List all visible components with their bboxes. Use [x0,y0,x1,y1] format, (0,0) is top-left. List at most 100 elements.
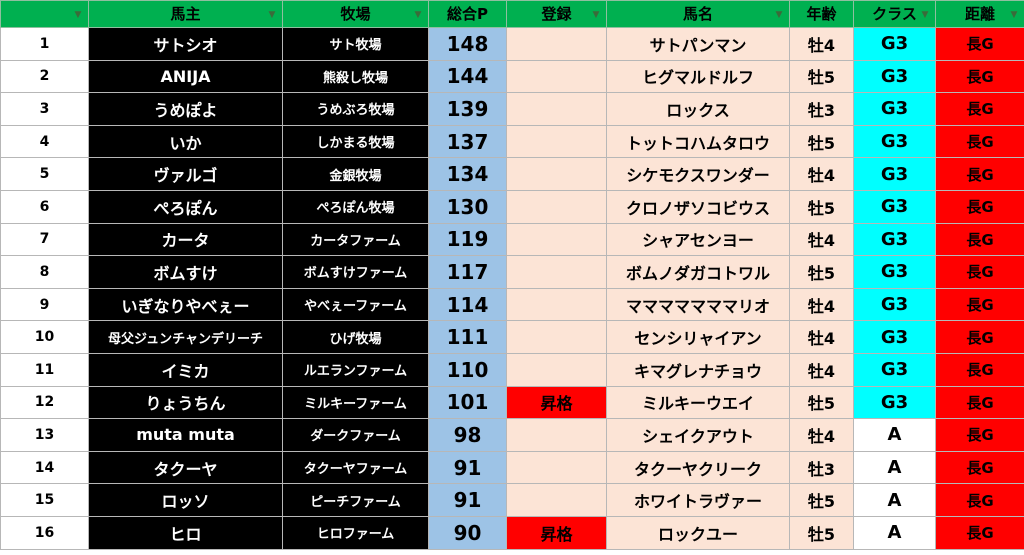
cell-number[interactable]: 9 [0,287,89,322]
cell-registration[interactable] [506,92,607,126]
table-row[interactable]: 1 サトシオ サト牧場 148 サトパンマン 牡4 G3 長G [0,27,1024,61]
cell-class[interactable]: G3 [853,124,936,159]
cell-age[interactable]: 牡3 [789,92,854,126]
cell-ranch[interactable]: うめぶろ牧場 [282,92,429,126]
cell-distance[interactable]: 長G [935,287,1024,322]
filter-dropdown-icon[interactable]: ▼ [772,9,786,22]
cell-registration[interactable] [506,320,607,354]
header-registration[interactable]: 登録 ▼ [506,0,607,28]
cell-number[interactable]: 5 [0,157,89,191]
cell-class[interactable]: G3 [853,59,936,94]
filter-active-icon[interactable]: ▼ [589,9,603,22]
cell-ranch[interactable]: ヒロファーム [282,515,429,550]
cell-class[interactable]: A [853,418,936,452]
cell-age[interactable]: 牡5 [789,515,854,550]
cell-points[interactable]: 91 [428,450,507,485]
cell-age[interactable]: 牡4 [789,157,854,191]
table-row[interactable]: 2 ANIJA 熊殺し牧場 144 ヒグマルドルフ 牡5 G3 長G [0,59,1024,94]
table-row[interactable]: 12 りょうちん ミルキーファーム 101 昇格 ミルキーウエイ 牡5 G3 長G [0,385,1024,420]
filter-dropdown-icon[interactable]: ▼ [411,9,425,22]
cell-registration[interactable] [506,27,607,61]
cell-registration[interactable] [506,352,607,387]
cell-age[interactable]: 牡4 [789,418,854,452]
cell-horse-name[interactable]: タクーヤクリーク [606,450,790,485]
cell-points[interactable]: 110 [428,352,507,387]
cell-registration[interactable] [506,222,607,257]
cell-horse-name[interactable]: ロックユー [606,515,790,550]
cell-distance[interactable]: 長G [935,27,1024,61]
cell-ranch[interactable]: 熊殺し牧場 [282,59,429,94]
table-row[interactable]: 4 いか しかまる牧場 137 トットコハムタロウ 牡5 G3 長G [0,124,1024,159]
cell-ranch[interactable]: ぺろぽん牧場 [282,189,429,224]
header-owner[interactable]: 馬主 ▼ [88,0,283,28]
cell-horse-name[interactable]: キマグレナチョウ [606,352,790,387]
table-row[interactable]: 5 ヴァルゴ 金銀牧場 134 シケモクスワンダー 牡4 G3 長G [0,157,1024,191]
cell-distance[interactable]: 長G [935,92,1024,126]
cell-horse-name[interactable]: ヒグマルドルフ [606,59,790,94]
cell-registration[interactable] [506,124,607,159]
cell-points[interactable]: 144 [428,59,507,94]
cell-owner[interactable]: りょうちん [88,385,283,420]
cell-points[interactable]: 114 [428,287,507,322]
table-row[interactable]: 11 イミカ ルエランファーム 110 キマグレナチョウ 牡4 G3 長G [0,352,1024,387]
header-class[interactable]: クラス ▼ [853,0,936,28]
cell-registration[interactable] [506,483,607,517]
filter-active-icon[interactable]: ▼ [918,9,932,22]
cell-age[interactable]: 牡5 [789,483,854,517]
cell-age[interactable]: 牡5 [789,385,854,420]
cell-ranch[interactable]: カータファーム [282,222,429,257]
cell-age[interactable]: 牡4 [789,27,854,61]
cell-distance[interactable]: 長G [935,418,1024,452]
cell-owner[interactable]: カータ [88,222,283,257]
cell-horse-name[interactable]: ボムノダガコトワル [606,255,790,289]
table-row[interactable]: 7 カータ カータファーム 119 シャアセンヨー 牡4 G3 長G [0,222,1024,257]
cell-age[interactable]: 牡5 [789,189,854,224]
cell-owner[interactable]: 母父ジュンチャンデリーチ [88,320,283,354]
cell-class[interactable]: G3 [853,352,936,387]
cell-registration[interactable] [506,59,607,94]
cell-age[interactable]: 牡4 [789,287,854,322]
cell-age[interactable]: 牡5 [789,59,854,94]
filter-dropdown-icon[interactable]: ▼ [265,9,279,22]
cell-points[interactable]: 148 [428,27,507,61]
cell-ranch[interactable]: サト牧場 [282,27,429,61]
header-number[interactable]: ▼ [0,0,89,28]
cell-age[interactable]: 牡3 [789,450,854,485]
cell-ranch[interactable]: ひげ牧場 [282,320,429,354]
cell-owner[interactable]: うめぽよ [88,92,283,126]
cell-class[interactable]: G3 [853,320,936,354]
cell-class[interactable]: G3 [853,189,936,224]
cell-registration[interactable] [506,287,607,322]
cell-class[interactable]: A [853,515,936,550]
cell-registration[interactable] [506,450,607,485]
cell-age[interactable]: 牡5 [789,255,854,289]
cell-points[interactable]: 117 [428,255,507,289]
cell-ranch[interactable]: しかまる牧場 [282,124,429,159]
cell-number[interactable]: 4 [0,124,89,159]
cell-owner[interactable]: ぺろぽん [88,189,283,224]
cell-owner[interactable]: いか [88,124,283,159]
cell-horse-name[interactable]: クロノザソコビウス [606,189,790,224]
cell-points[interactable]: 111 [428,320,507,354]
cell-class[interactable]: G3 [853,385,936,420]
cell-age[interactable]: 牡4 [789,320,854,354]
cell-horse-name[interactable]: トットコハムタロウ [606,124,790,159]
cell-class[interactable]: G3 [853,92,936,126]
cell-points[interactable]: 137 [428,124,507,159]
cell-ranch[interactable]: 金銀牧場 [282,157,429,191]
cell-ranch[interactable]: ダークファーム [282,418,429,452]
cell-points[interactable]: 98 [428,418,507,452]
cell-ranch[interactable]: ルエランファーム [282,352,429,387]
cell-horse-name[interactable]: センシリャイアン [606,320,790,354]
cell-distance[interactable]: 長G [935,385,1024,420]
cell-distance[interactable]: 長G [935,483,1024,517]
table-row[interactable]: 16 ヒロ ヒロファーム 90 昇格 ロックユー 牡5 A 長G [0,515,1024,550]
cell-registration[interactable]: 昇格 [506,385,607,420]
cell-ranch[interactable]: ピーチファーム [282,483,429,517]
cell-ranch[interactable]: タクーヤファーム [282,450,429,485]
cell-points[interactable]: 91 [428,483,507,517]
cell-number[interactable]: 13 [0,418,89,452]
cell-distance[interactable]: 長G [935,157,1024,191]
cell-horse-name[interactable]: サトパンマン [606,27,790,61]
header-points[interactable]: 総合P [428,0,507,28]
